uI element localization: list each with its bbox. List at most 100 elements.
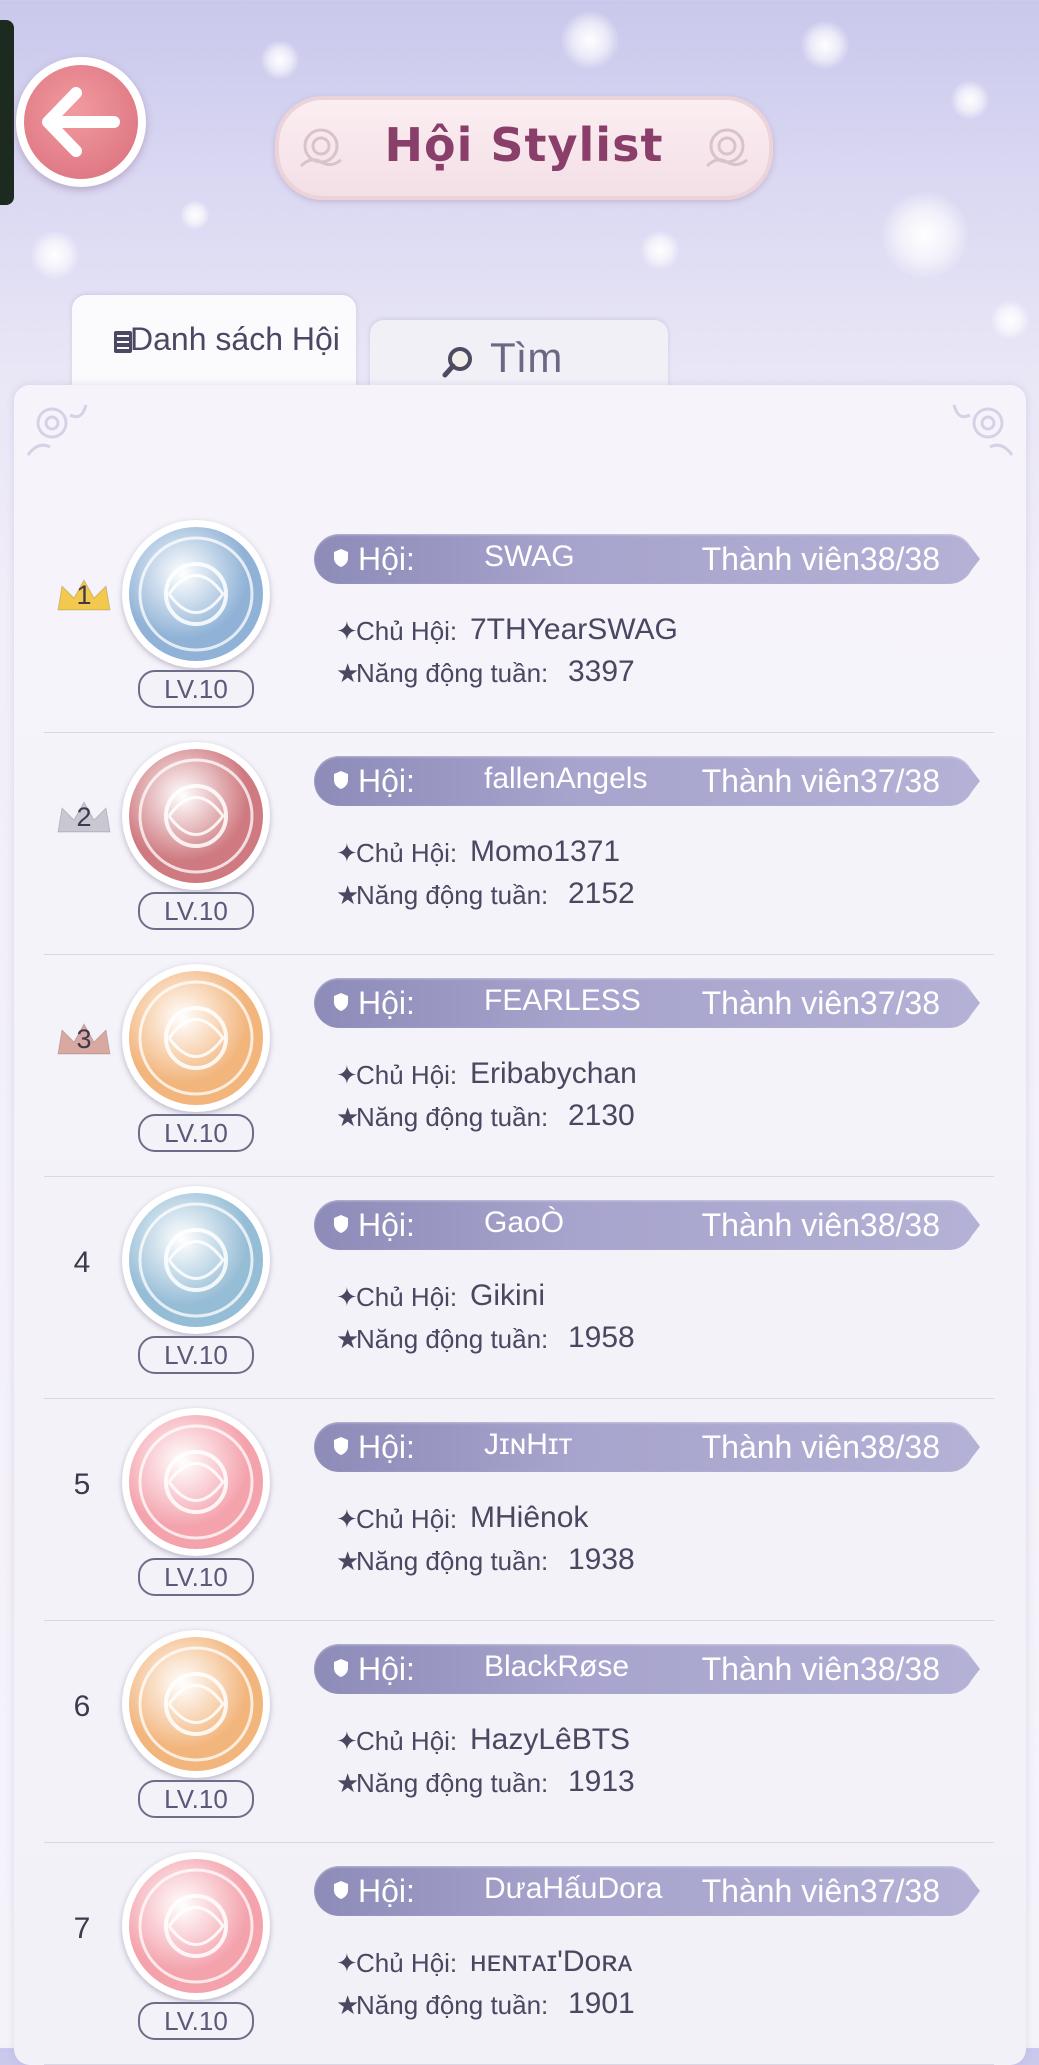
guild-emblem-icon (138, 1646, 254, 1762)
guild-member-count: Thành viên38/38 (701, 1207, 940, 1243)
guild-emblem (122, 1408, 270, 1556)
shield-icon (334, 993, 348, 1011)
screen-edge (0, 20, 14, 205)
guild-emblem (122, 1852, 270, 2000)
activity-label: Năng động tuần: (356, 1102, 549, 1132)
guild-row[interactable]: 6 LV.10 Hội: BlackRøse Thành viên38/38 ✦… (44, 1620, 994, 1843)
tab-guild-list-label: Danh sách Hội (130, 321, 340, 357)
star-icon: ★ (336, 1990, 360, 2020)
sparkle (640, 230, 680, 270)
rose-ornament-icon (952, 404, 1014, 456)
rank-number: 1 (76, 580, 92, 610)
guild-emblem (122, 1630, 270, 1778)
rose-ornament-icon (26, 404, 88, 456)
rank-number: 6 (73, 1690, 91, 1723)
guild-level-badge: LV.10 (138, 1114, 254, 1152)
guild-row[interactable]: 3 LV.10 Hội: FEARLESS Thành viên37/38 ✦C… (44, 954, 994, 1177)
owner-label: Chủ Hội: (356, 1504, 458, 1534)
banner-tip (970, 1434, 980, 1460)
shield-icon (334, 1659, 348, 1677)
guild-emblem-icon (138, 1424, 254, 1540)
activity-label: Năng động tuần: (356, 1324, 549, 1354)
rank-number: 7 (73, 1912, 91, 1945)
guild-level-badge: LV.10 (138, 892, 254, 930)
guild-owner: 7THYearSWAG (470, 613, 678, 646)
guild-owner-line: ✦Chủ Hội: HazyLêBTS (336, 1723, 630, 1757)
guild-name: fallenAngels (484, 762, 648, 795)
star-icon: ★ (336, 1546, 360, 1576)
rose-ornament-icon (705, 128, 748, 168)
owner-label: Chủ Hội: (356, 616, 458, 646)
guild-owner-line: ✦Chủ Hội: Momo1371 (336, 835, 620, 869)
banner-tip (970, 1212, 980, 1238)
guild-row[interactable]: 4 LV.10 Hội: GaoÒ Thành viên38/38 ✦Chủ H… (44, 1176, 994, 1399)
guild-owner: Gikini (470, 1279, 546, 1312)
activity-label: Năng động tuần: (356, 1990, 549, 2020)
guild-member-count: Thành viên37/38 (701, 763, 940, 799)
guild-activity-line: ★Năng động tuần: 1913 (336, 1765, 635, 1799)
guild-row[interactable]: 5 LV.10 Hội: JɪɴHɪᴛ Thành viên38/38 ✦Chủ… (44, 1398, 994, 1621)
rank-number: 4 (73, 1246, 91, 1279)
guild-emblem-icon (138, 980, 254, 1096)
guild-activity-line: ★Năng động tuần: 3397 (336, 655, 635, 689)
guild-row[interactable]: 7 LV.10 Hội: DưaHấuDora Thành viên37/38 … (44, 1842, 994, 2065)
sparkle-icon: ✦ (336, 1504, 358, 1534)
guild-member-count: Thành viên38/38 (701, 1429, 940, 1465)
guild-name: SWAG (484, 540, 575, 573)
guild-activity: 1913 (568, 1765, 635, 1798)
shield-icon (334, 549, 348, 567)
rank-number: 3 (76, 1024, 92, 1054)
rank-number: 5 (73, 1468, 91, 1501)
guild-name-banner: Hội: JɪɴHɪᴛ Thành viên38/38 (314, 1422, 980, 1472)
guild-activity: 2130 (568, 1099, 635, 1132)
guild-owner: Eribabychan (470, 1057, 637, 1090)
sparkle (260, 40, 300, 80)
sparkle (880, 190, 970, 280)
guild-level-badge: LV.10 (138, 670, 254, 708)
guild-owner: Momo1371 (470, 835, 621, 868)
guild-activity-line: ★Năng động tuần: 1938 (336, 1543, 635, 1577)
guild-name-banner: Hội: fallenAngels Thành viên37/38 (314, 756, 980, 806)
back-button[interactable] (16, 57, 146, 187)
guild-activity: 1958 (568, 1321, 635, 1354)
guild-row[interactable]: 1 LV.10 Hội: SWAG Thành viên38/38 ✦Chủ H… (44, 510, 994, 733)
sparkle-icon: ✦ (336, 1948, 358, 1978)
guild-owner-line: ✦Chủ Hội: 7THYearSWAG (336, 613, 678, 647)
sparkle-icon: ✦ (336, 1060, 358, 1090)
guild-emblem-icon (138, 758, 254, 874)
owner-label: Chủ Hội: (356, 1282, 458, 1312)
owner-label: Chủ Hội: (356, 1948, 458, 1978)
guild-owner-line: ✦Chủ Hội: ʜᴇɴᴛᴀɪ'Dᴏʀᴀ (336, 1945, 632, 1979)
star-icon: ★ (336, 1324, 360, 1354)
guild-level-badge: LV.10 (138, 1558, 254, 1596)
guild-activity-line: ★Năng động tuần: 1901 (336, 1987, 635, 2021)
sparkle (990, 300, 1030, 340)
banner-tip (970, 768, 980, 794)
guild-label: Hội: (358, 541, 415, 577)
sparkle-icon: ✦ (336, 838, 358, 868)
star-icon: ★ (336, 880, 360, 910)
owner-label: Chủ Hội: (356, 838, 458, 868)
guild-activity-line: ★Năng động tuần: 2152 (336, 877, 635, 911)
shield-icon (334, 771, 348, 789)
tab-guild-list[interactable]: Danh sách Hội (72, 295, 356, 387)
owner-label: Chủ Hội: (356, 1726, 458, 1756)
guild-label: Hội: (358, 985, 415, 1021)
guild-activity: 3397 (568, 655, 635, 688)
sparkle-icon: ✦ (336, 1282, 358, 1312)
owner-label: Chủ Hội: (356, 1060, 458, 1090)
guild-row[interactable]: 2 LV.10 Hội: fallenAngels Thành viên37/3… (44, 732, 994, 955)
star-icon: ★ (336, 1768, 360, 1798)
guild-level-badge: LV.10 (138, 1780, 254, 1818)
guild-emblem (122, 742, 270, 890)
guild-activity-line: ★Năng động tuần: 1958 (336, 1321, 635, 1355)
guild-name: DưaHấuDora (484, 1872, 663, 1905)
tab-search[interactable]: Tìm (370, 320, 668, 390)
guild-label: Hội: (358, 1651, 415, 1687)
sparkle (950, 80, 990, 120)
banner-tip (970, 546, 980, 572)
shield-icon (334, 1881, 348, 1899)
back-arrow-icon (42, 87, 120, 157)
star-icon: ★ (336, 658, 360, 688)
guild-owner: HazyLêBTS (470, 1723, 631, 1756)
